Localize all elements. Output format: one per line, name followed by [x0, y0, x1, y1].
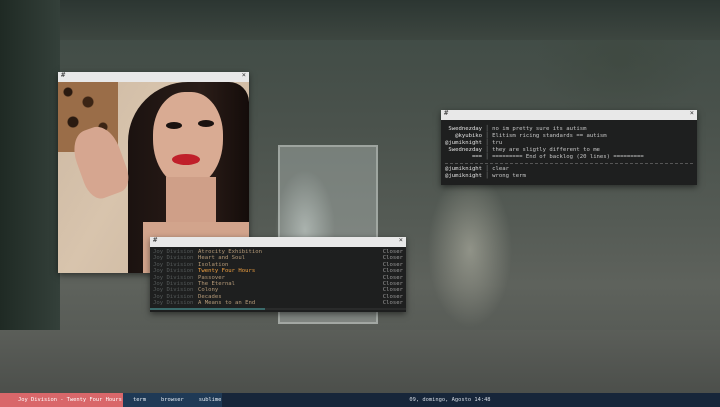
workspace-browser[interactable]: browser [151, 393, 189, 407]
photo-lips [172, 154, 200, 165]
irc-nick: Swednezday [445, 147, 483, 153]
irc-separator: │ [482, 126, 493, 132]
now-playing[interactable]: Joy Division - Twenty Four Hours [0, 393, 123, 407]
wallpaper-ground [0, 330, 720, 393]
irc-terminal-window[interactable]: # × Swednezday │ no im pretty sure its a… [441, 109, 697, 185]
playback-progress-fill [150, 308, 266, 310]
irc-separator: │ [482, 147, 493, 153]
music-player-window[interactable]: # × Joy Division Atrocity Exhibition Close… [150, 236, 406, 312]
window-menu-icon[interactable]: # [153, 236, 157, 244]
status-bar: 09, domingo, Agosto 14:48 Joy Division -… [0, 393, 720, 407]
irc-log[interactable]: Swednezday │ no im pretty sure its autis… [441, 120, 697, 180]
irc-message: tru [492, 140, 503, 146]
playlist[interactable]: Joy Division Atrocity Exhibition Closer Joy… [150, 247, 406, 307]
irc-line: === │ ========= End of backlog (20 lines… [445, 154, 693, 161]
workspace-sublime[interactable]: sublime [189, 393, 227, 407]
irc-separator: │ [482, 140, 493, 146]
workspace-list: term browser sublime [123, 393, 222, 407]
irc-nick: @kyubiko [445, 133, 483, 139]
irc-message: ========= End of backlog (20 lines) ====… [492, 154, 644, 160]
irc-nick: @jumiknight [445, 173, 483, 179]
irc-line: @kyubiko │ Elitism ricing standards == a… [445, 133, 693, 140]
wallpaper-top [0, 0, 720, 40]
image-viewer-titlebar[interactable]: # × [58, 71, 249, 82]
irc-separator: │ [482, 166, 493, 172]
irc-nick: @jumiknight [445, 140, 483, 146]
track-artist: Joy Division [153, 300, 194, 307]
irc-separator: │ [482, 154, 493, 160]
irc-message: no im pretty sure its autism [492, 126, 587, 132]
irc-message: Elitism ricing standards == autism [492, 133, 607, 139]
window-menu-icon[interactable]: # [444, 109, 448, 117]
photo-eye-left [166, 122, 182, 129]
irc-message: they are sligtly different to me [492, 147, 600, 153]
window-menu-icon[interactable]: # [61, 71, 65, 79]
close-icon[interactable]: × [690, 109, 694, 117]
close-icon[interactable]: × [399, 236, 403, 244]
music-titlebar[interactable]: # × [150, 236, 406, 247]
irc-nick: === [445, 154, 483, 160]
close-icon[interactable]: × [242, 71, 246, 79]
irc-line: @jumiknight │ wrong term [445, 173, 693, 180]
playback-progress-bar[interactable] [150, 308, 406, 310]
irc-titlebar[interactable]: # × [441, 109, 697, 120]
photo-eye-right [198, 120, 214, 127]
irc-line: Swednezday │ no im pretty sure its autis… [445, 126, 693, 133]
irc-line: Swednezday │ they are sligtly different … [445, 147, 693, 154]
irc-line: @jumiknight │ clear [445, 166, 693, 173]
backlog-divider [445, 163, 693, 164]
irc-line: @jumiknight │ tru [445, 140, 693, 147]
workspace-term[interactable]: term [123, 393, 151, 407]
irc-message: clear [492, 166, 509, 172]
irc-nick: Swednezday [445, 126, 483, 132]
photo-face [153, 92, 223, 187]
irc-nick: @jumiknight [445, 166, 483, 172]
track-title: A Means to an End [198, 300, 256, 307]
irc-separator: │ [482, 133, 493, 139]
irc-message: wrong term [492, 173, 526, 179]
irc-separator: │ [482, 173, 493, 179]
playlist-row[interactable]: Joy Division A Means to an End Closer [153, 300, 403, 306]
track-album: Closer [382, 300, 403, 307]
